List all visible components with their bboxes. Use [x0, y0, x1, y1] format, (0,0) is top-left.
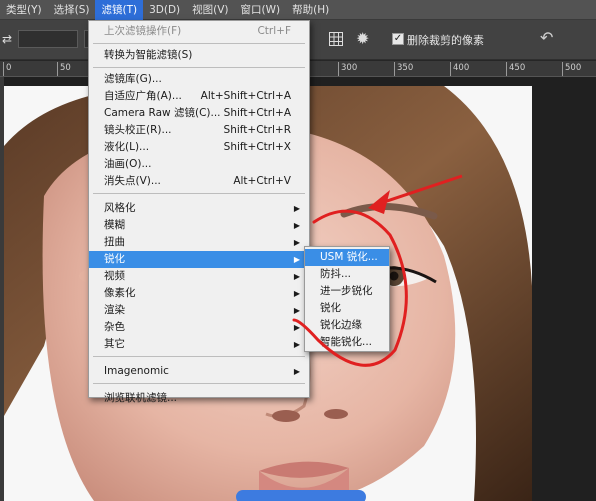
filter-category-item[interactable]: 扭曲 ▶	[89, 234, 309, 251]
filter-menu: 上次滤镜操作(F) Ctrl+F 转换为智能滤镜(S) 滤镜库(G)... 自适应广角(…	[88, 20, 310, 404]
submenu-arrow-icon: ▶	[293, 221, 300, 230]
delete-cropped-pixels-checkbox[interactable]: ✓	[392, 33, 404, 45]
filter-category-item[interactable]: 模糊 ▶	[89, 217, 309, 234]
filter-item[interactable]: Camera Raw 滤镜(C)... Shift+Ctrl+A	[89, 105, 309, 122]
ruler-label: 0	[6, 63, 12, 73]
shortcut-text: Alt+Ctrl+V	[233, 175, 291, 187]
browse-online-filters-item-label: 浏览联机滤镜...	[104, 392, 178, 404]
submenu-arrow-icon: ▶	[293, 367, 300, 376]
menu-bar: 类型(Y) 选择(S) 滤镜(T) 3D(D) 视图(V) 窗口(W) 帮助(H)	[0, 0, 596, 20]
grid-overlay-icon[interactable]	[328, 31, 344, 47]
filter-item-label: 镜头校正(R)...	[104, 124, 172, 136]
sharpen-submenu-item[interactable]: 锐化	[305, 300, 389, 317]
filter-category-item-label: 渲染	[104, 304, 125, 316]
shortcut-text: Alt+Shift+Ctrl+A	[200, 90, 291, 102]
ruler-label: 450	[509, 63, 526, 73]
filter-item-label: 油画(O)...	[104, 158, 152, 170]
menu-6[interactable]: 帮助(H)	[286, 0, 335, 20]
submenu-arrow-icon: ▶	[293, 272, 300, 281]
last-filter-item-label: 上次滤镜操作(F)	[104, 25, 182, 37]
imagenomic-item[interactable]: Imagenomic ▶	[89, 363, 309, 380]
menu-separator	[93, 43, 305, 44]
submenu-arrow-icon: ▶	[293, 289, 300, 298]
shortcut-text: Shift+Ctrl+R	[223, 124, 291, 136]
shortcut-text: Shift+Ctrl+X	[223, 141, 291, 153]
filter-item-label: 自适应广角(A)...	[104, 90, 182, 102]
filter-item-label: 液化(L)...	[104, 141, 150, 153]
filter-category-item[interactable]: 风格化 ▶	[89, 200, 309, 217]
filter-item-label: 滤镜库(G)...	[104, 73, 162, 85]
filter-item-label: Camera Raw 滤镜(C)...	[104, 107, 221, 119]
submenu-arrow-icon: ▶	[293, 238, 300, 247]
convert-smart-filter-item[interactable]: 转换为智能滤镜(S)	[89, 47, 309, 64]
menu-3[interactable]: 3D(D)	[143, 0, 186, 20]
sharpen-submenu-item[interactable]: USM 锐化...	[305, 249, 389, 266]
submenu-arrow-icon: ▶	[293, 255, 300, 264]
menu-separator	[93, 356, 305, 357]
gear-icon[interactable]: ✹	[356, 29, 369, 48]
ruler-label: 300	[341, 63, 358, 73]
menu-separator	[93, 67, 305, 68]
filter-category-item-label: 风格化	[104, 202, 136, 214]
filter-category-item-label: 视频	[104, 270, 125, 282]
shortcut-text: Shift+Ctrl+A	[223, 107, 291, 119]
menu-1[interactable]: 选择(S)	[48, 0, 96, 20]
filter-category-item[interactable]: 杂色 ▶	[89, 319, 309, 336]
browse-online-filters-item[interactable]: 浏览联机滤镜...	[89, 390, 309, 407]
reset-icon[interactable]: ↶	[540, 28, 553, 47]
menu-separator	[93, 193, 305, 194]
submenu-arrow-icon: ▶	[293, 340, 300, 349]
sharpen-submenu: USM 锐化... 防抖... 进一步锐化 锐化 锐化边缘 智能锐化...	[304, 246, 390, 352]
sharpen-submenu-item[interactable]: 防抖...	[305, 266, 389, 283]
filter-item-label: 消失点(V)...	[104, 175, 161, 187]
ruler-label: 400	[453, 63, 470, 73]
filter-category-item-label: 扭曲	[104, 236, 125, 248]
filter-category-item[interactable]: 视频 ▶	[89, 268, 309, 285]
filter-category-item-label: 像素化	[104, 287, 136, 299]
filter-item[interactable]: 液化(L)... Shift+Ctrl+X	[89, 139, 309, 156]
filter-category-item[interactable]: 锐化 ▶	[89, 251, 309, 268]
menu-0[interactable]: 类型(Y)	[0, 0, 48, 20]
sharpen-submenu-item[interactable]: 锐化边缘	[305, 317, 389, 334]
menu-5[interactable]: 窗口(W)	[235, 0, 287, 20]
ruler-label: 350	[397, 63, 414, 73]
filter-category-item-label: 模糊	[104, 219, 125, 231]
delete-cropped-pixels-label: 删除裁剪的像素	[407, 34, 484, 47]
filter-item[interactable]: 滤镜库(G)...	[89, 71, 309, 88]
filter-category-item-label: 杂色	[104, 321, 125, 333]
ruler-label: 500	[565, 63, 582, 73]
filter-item[interactable]: 镜头校正(R)... Shift+Ctrl+R	[89, 122, 309, 139]
imagenomic-item-label: Imagenomic	[104, 365, 169, 377]
filter-category-item[interactable]: 像素化 ▶	[89, 285, 309, 302]
convert-smart-filter-item-label: 转换为智能滤镜(S)	[104, 49, 193, 61]
sharpen-submenu-item[interactable]: 智能锐化...	[305, 334, 389, 351]
filter-item[interactable]: 自适应广角(A)... Alt+Shift+Ctrl+A	[89, 88, 309, 105]
filter-category-item-label: 其它	[104, 338, 125, 350]
menu-4[interactable]: 视图(V)	[186, 0, 234, 20]
ruler-label: 50	[60, 63, 71, 73]
last-filter-item[interactable]: 上次滤镜操作(F) Ctrl+F	[89, 23, 309, 40]
width-field[interactable]	[18, 30, 78, 48]
submenu-arrow-icon: ▶	[293, 306, 300, 315]
submenu-arrow-icon: ▶	[293, 204, 300, 213]
sharpen-submenu-item[interactable]: 进一步锐化	[305, 283, 389, 300]
swap-icon[interactable]: ⇄	[2, 32, 16, 46]
filter-category-item[interactable]: 渲染 ▶	[89, 302, 309, 319]
filter-item[interactable]: 油画(O)...	[89, 156, 309, 173]
submenu-arrow-icon: ▶	[293, 323, 300, 332]
filter-category-item-label: 锐化	[104, 253, 125, 265]
menu-2[interactable]: 滤镜(T)	[95, 0, 144, 20]
filter-item[interactable]: 消失点(V)... Alt+Ctrl+V	[89, 173, 309, 190]
menu-separator	[93, 383, 305, 384]
shortcut-text: Ctrl+F	[257, 25, 291, 37]
filter-category-item[interactable]: 其它 ▶	[89, 336, 309, 353]
